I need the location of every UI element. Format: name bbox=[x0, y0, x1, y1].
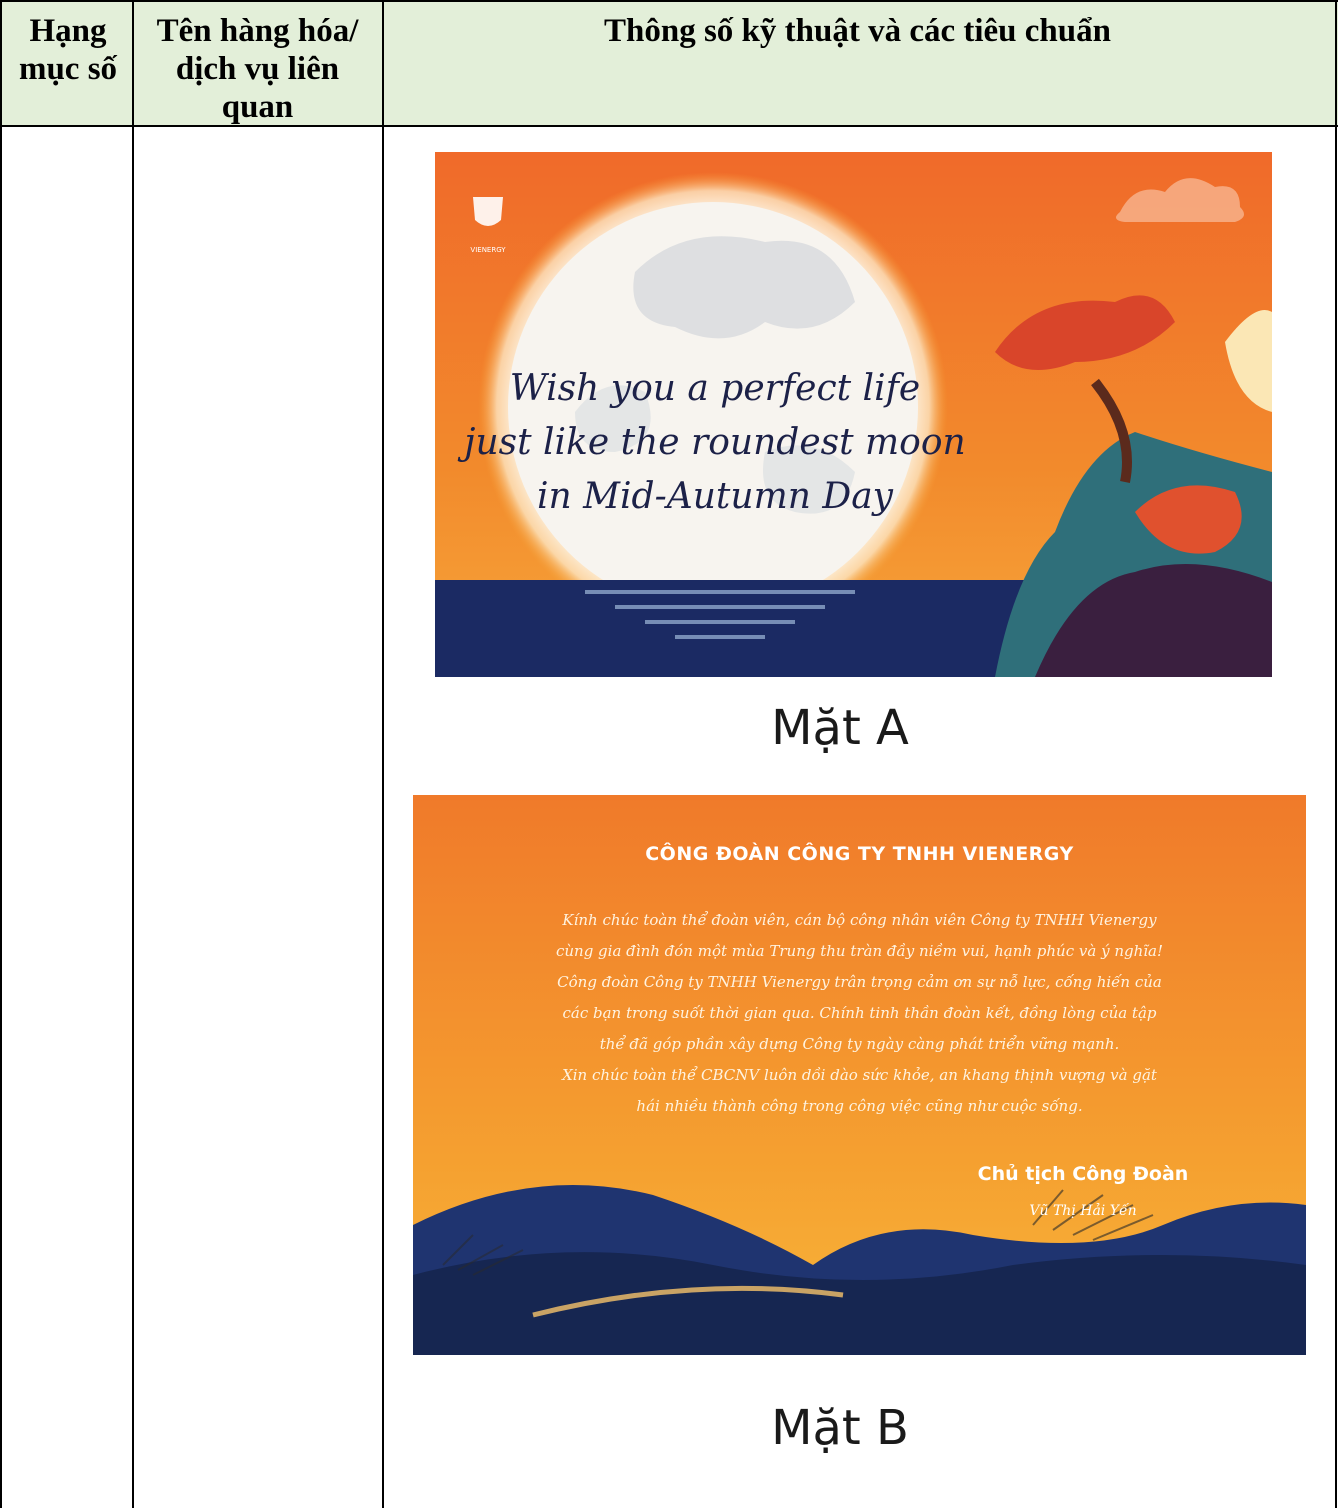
body-line: cùng gia đình đón một mùa Trung thu tràn… bbox=[555, 942, 1164, 960]
svg-text:VIENERGY: VIENERGY bbox=[470, 246, 506, 254]
body-line: Xin chúc toàn thể CBCNV luôn dồi dào sức… bbox=[562, 1066, 1157, 1084]
card-front-message: Wish you a perfect life just like the ro… bbox=[435, 362, 995, 524]
body-line: Công đoàn Công ty TNHH Vienergy trân trọ… bbox=[557, 973, 1162, 991]
message-line: just like the roundest moon bbox=[464, 422, 966, 463]
message-line: Wish you a perfect life bbox=[509, 368, 921, 409]
table-border-col1 bbox=[132, 0, 134, 1508]
card-front-image: VIENERGY Wish you a perfect life just li… bbox=[435, 152, 1272, 677]
table-border-right bbox=[1335, 0, 1337, 1508]
body-line: thể đã góp phần xây dựng Công ty ngày cà… bbox=[599, 1035, 1120, 1053]
card-back-title: CÔNG ĐOÀN CÔNG TY TNHH VIENERGY bbox=[645, 843, 1074, 865]
table-border-col2 bbox=[382, 0, 384, 1508]
body-line: Kính chúc toàn thể đoàn viên, cán bộ côn… bbox=[562, 911, 1157, 929]
header-product-name: Tên hàng hóa/ dịch vụ liên quan bbox=[156, 13, 359, 125]
caption-side-a: Mặt A bbox=[771, 700, 909, 756]
card-back-message: Kính chúc toàn thể đoàn viên, cán bộ côn… bbox=[453, 905, 1266, 1122]
signer-title: Chủ tịch Công Đoàn bbox=[977, 1163, 1189, 1185]
signer-name: Vũ Thị Hải Yến bbox=[1029, 1203, 1137, 1219]
header-item-number: Hạng mục số bbox=[18, 13, 118, 87]
body-line: hái nhiều thành công trong công việc cũn… bbox=[636, 1097, 1083, 1115]
header-specifications: Thông số kỹ thuật và các tiêu chuẩn bbox=[603, 13, 1111, 49]
table-border-left bbox=[0, 0, 2, 1508]
caption-side-b: Mặt B bbox=[771, 1400, 909, 1456]
spec-table: Hạng mục số Tên hàng hóa/ dịch vụ liên q… bbox=[0, 0, 1338, 1508]
message-line: in Mid-Autumn Day bbox=[537, 476, 893, 517]
body-line: các bạn trong suốt thời gian qua. Chính … bbox=[562, 1004, 1157, 1022]
card-back-image: CÔNG ĐOÀN CÔNG TY TNHH VIENERGY Kính chú… bbox=[413, 795, 1306, 1355]
